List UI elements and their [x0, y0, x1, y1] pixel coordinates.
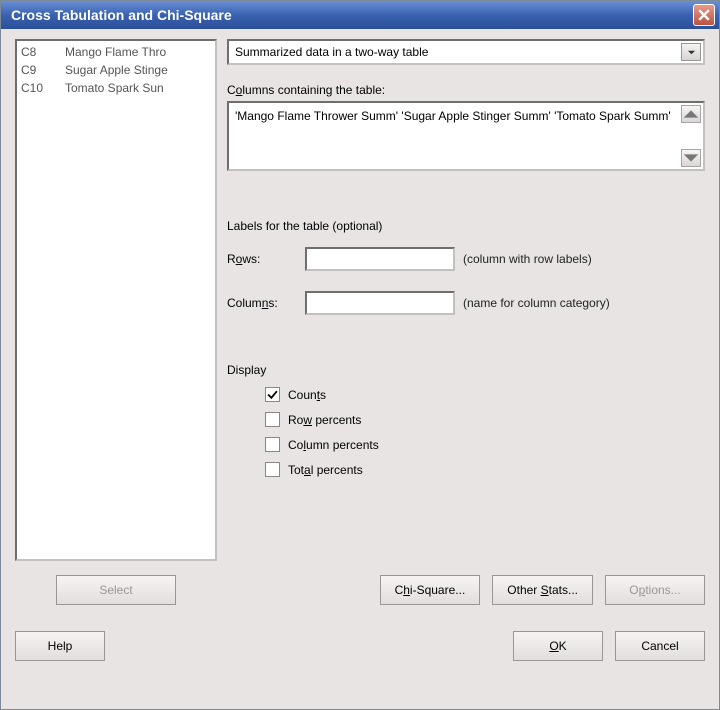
- scroll-up-icon[interactable]: [681, 105, 701, 123]
- total-percents-label: Total percents: [288, 463, 363, 477]
- variable-listbox[interactable]: C8 Mango Flame Thro C9 Sugar Apple Sting…: [15, 39, 217, 561]
- list-item[interactable]: C8 Mango Flame Thro: [21, 43, 211, 61]
- scroll-down-icon[interactable]: [681, 149, 701, 167]
- window-title: Cross Tabulation and Chi-Square: [11, 7, 693, 23]
- columns-name-input[interactable]: [305, 291, 455, 315]
- row-percents-checkbox[interactable]: [265, 412, 280, 427]
- counts-label: Counts: [288, 388, 326, 402]
- titlebar: Cross Tabulation and Chi-Square: [1, 1, 719, 29]
- dialog-content: C8 Mango Flame Thro C9 Sugar Apple Sting…: [1, 29, 719, 709]
- labels-heading: Labels for the table (optional): [227, 219, 705, 233]
- list-item[interactable]: C9 Sugar Apple Stinge: [21, 61, 211, 79]
- close-icon[interactable]: [693, 4, 715, 26]
- data-mode-value: Summarized data in a two-way table: [235, 45, 428, 59]
- rows-hint: (column with row labels): [463, 252, 592, 266]
- total-percents-checkbox[interactable]: [265, 462, 280, 477]
- columns-name-label: Columns:: [227, 296, 297, 310]
- right-pane: Summarized data in a two-way table Colum…: [227, 39, 705, 561]
- options-button[interactable]: Options...: [605, 575, 705, 605]
- row-percents-label: Row percents: [288, 413, 361, 427]
- column-percents-label: Column percents: [288, 438, 379, 452]
- rows-input[interactable]: [305, 247, 455, 271]
- column-percents-checkbox[interactable]: [265, 437, 280, 452]
- chi-square-button[interactable]: Chi-Square...: [380, 575, 481, 605]
- data-mode-select[interactable]: Summarized data in a two-way table: [227, 39, 705, 65]
- columns-label: Columns containing the table:: [227, 83, 705, 97]
- counts-checkbox[interactable]: [265, 387, 280, 402]
- other-stats-button[interactable]: Other Stats...: [492, 575, 593, 605]
- list-item[interactable]: C10 Tomato Spark Sun: [21, 79, 211, 97]
- columns-value: 'Mango Flame Thrower Summ' 'Sugar Apple …: [235, 109, 671, 123]
- columns-name-hint: (name for column category): [463, 296, 610, 310]
- display-heading: Display: [227, 363, 705, 377]
- help-button[interactable]: Help: [15, 631, 105, 661]
- chevron-down-icon[interactable]: [681, 43, 701, 61]
- ok-button[interactable]: OK: [513, 631, 603, 661]
- cancel-button[interactable]: Cancel: [615, 631, 705, 661]
- rows-label: Rows:: [227, 252, 297, 266]
- columns-containing-table-input[interactable]: 'Mango Flame Thrower Summ' 'Sugar Apple …: [227, 101, 705, 171]
- dialog-window: Cross Tabulation and Chi-Square C8 Mango…: [0, 0, 720, 710]
- select-button[interactable]: Select: [56, 575, 176, 605]
